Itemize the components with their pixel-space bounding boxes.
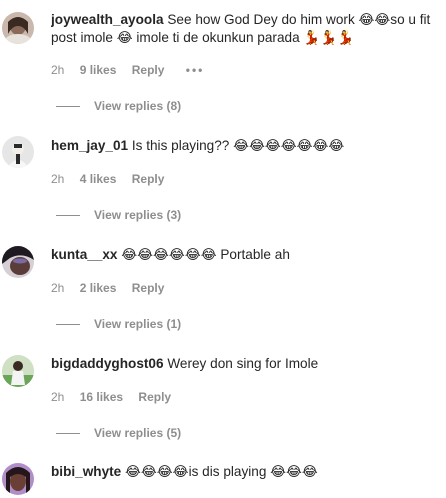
comment-text-line: bigdaddyghost06 Werey don sing for Imole <box>51 355 443 373</box>
comment-username[interactable]: bibi_whyte <box>51 464 121 479</box>
reply-button[interactable]: Reply <box>132 281 165 295</box>
avatar[interactable] <box>2 12 34 44</box>
more-options-icon[interactable]: ••• <box>186 63 205 77</box>
divider-line <box>56 432 80 434</box>
divider-line <box>56 323 80 325</box>
likes-count[interactable]: 9 likes <box>80 63 117 77</box>
reply-button[interactable]: Reply <box>132 63 165 77</box>
reply-button[interactable]: Reply <box>132 172 165 186</box>
comment-text: 😂😂😂😂is dis playing 😂😂😂 <box>125 464 318 479</box>
avatar[interactable] <box>2 463 34 495</box>
divider-line <box>56 105 80 107</box>
view-replies-label: View replies (1) <box>94 317 182 331</box>
view-replies-label: View replies (3) <box>94 208 182 222</box>
comment-username[interactable]: joywealth_ayoola <box>51 12 164 27</box>
comment-text-line: bibi_whyte 😂😂😂😂is dis playing 😂😂😂 <box>51 463 443 481</box>
comment-text-line: joywealth_ayoola See how God Dey do him … <box>51 11 443 29</box>
comment-meta: 2h 16 likes Reply <box>51 390 183 404</box>
comment-text-line: kunta__xx 😂😂😂😂😂😂 Portable ah <box>51 246 443 264</box>
view-replies-label: View replies (5) <box>94 426 182 440</box>
view-replies-button[interactable]: View replies (1) <box>56 317 181 331</box>
comment-text: post imole 😂 imole ti de okunkun parada … <box>51 30 355 45</box>
avatar[interactable] <box>2 355 34 387</box>
comment-text-line: post imole 😂 imole ti de okunkun parada … <box>51 29 443 47</box>
comment-username[interactable]: kunta__xx <box>51 247 118 262</box>
comment-text: Werey don sing for Imole <box>167 356 319 371</box>
comment-time: 2h <box>51 281 65 295</box>
avatar[interactable] <box>2 246 34 278</box>
comment-username[interactable]: bigdaddyghost06 <box>51 356 164 371</box>
comment-meta: 2h 9 likes Reply ••• <box>51 63 216 77</box>
comment-meta: 2h 2 likes Reply <box>51 281 176 295</box>
view-replies-button[interactable]: View replies (5) <box>56 426 181 440</box>
comment-username[interactable]: hem_jay_01 <box>51 138 128 153</box>
comment-text: See how God Dey do him work 😂😂so u fit <box>167 12 431 27</box>
likes-count[interactable]: 2 likes <box>80 281 117 295</box>
view-replies-button[interactable]: View replies (8) <box>56 99 181 113</box>
comment-time: 2h <box>51 390 65 404</box>
view-replies-button[interactable]: View replies (3) <box>56 208 181 222</box>
view-replies-label: View replies (8) <box>94 99 182 113</box>
comment-time: 2h <box>51 172 65 186</box>
comment-text: Is this playing?? 😂😂😂😂😂😂😂 <box>131 138 345 153</box>
avatar[interactable] <box>2 136 34 168</box>
divider-line <box>56 214 80 216</box>
likes-count[interactable]: 4 likes <box>80 172 117 186</box>
comment-text: 😂😂😂😂😂😂 Portable ah <box>121 247 290 262</box>
comment-time: 2h <box>51 63 65 77</box>
comment-text-line: hem_jay_01 Is this playing?? 😂😂😂😂😂😂😂 <box>51 137 443 155</box>
reply-button[interactable]: Reply <box>138 390 171 404</box>
likes-count[interactable]: 16 likes <box>80 390 123 404</box>
comment-meta: 2h 4 likes Reply <box>51 172 176 186</box>
